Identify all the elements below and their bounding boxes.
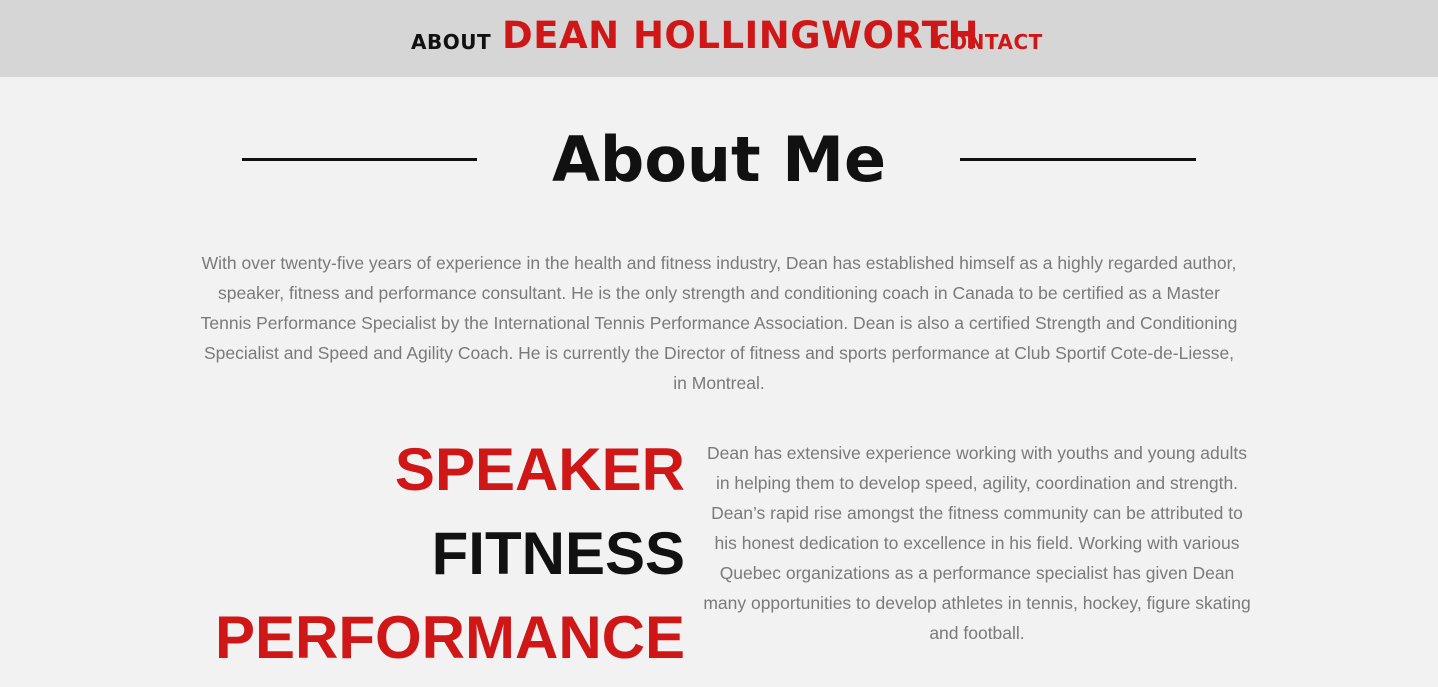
role-fitness: FITNESS: [431, 520, 685, 587]
nav-link-contact[interactable]: CONTACT: [935, 30, 1043, 54]
heading-divider-right: [960, 158, 1196, 161]
site-title-brand[interactable]: DEAN HOLLINGWORTH: [502, 14, 979, 57]
role-performance: PERFORMANCE: [214, 604, 685, 671]
bio-paragraph: Dean has extensive experience working wi…: [703, 443, 1251, 643]
nav-link-about[interactable]: ABOUT: [411, 30, 491, 54]
page-title: About Me: [551, 123, 887, 196]
about-intro-paragraph: With over twenty-five years of experienc…: [200, 253, 1238, 393]
roles-list: SPEAKER FITNESS PERFORMANCE: [215, 428, 685, 680]
role-speaker: SPEAKER: [394, 436, 685, 503]
top-navbar: ABOUT DEAN HOLLINGWORTH CONTACT: [0, 0, 1438, 77]
